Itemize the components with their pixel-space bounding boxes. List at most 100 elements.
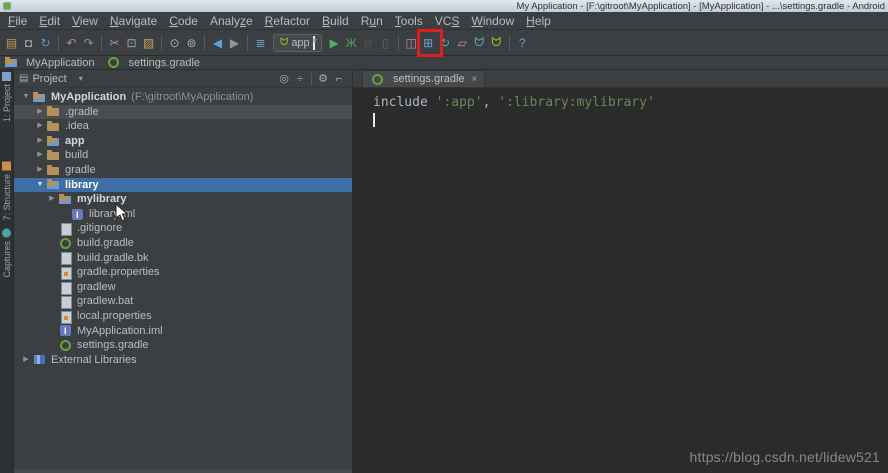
tree-expand-arrow[interactable]: ▶: [34, 134, 46, 149]
properties-file-icon: [58, 310, 74, 324]
tree-row[interactable]: settings.gradle: [14, 338, 352, 353]
tree-row[interactable]: ▶ mylibrary: [14, 192, 352, 207]
project-folder-icon: [32, 91, 48, 104]
redo-icon[interactable]: ↷: [80, 32, 97, 54]
tree-row[interactable]: gradlew.bat: [14, 294, 352, 310]
menu-help[interactable]: Help: [520, 14, 557, 28]
tree-row[interactable]: local.properties: [14, 309, 352, 324]
breadcrumb-item[interactable]: settings.gradle: [106, 56, 200, 70]
project-panel-title[interactable]: Project: [32, 73, 66, 85]
breadcrumb-item[interactable]: MyApplication: [4, 56, 94, 70]
copy-icon[interactable]: ⊡: [123, 32, 140, 54]
tree-expand-arrow[interactable]: ▶: [34, 148, 46, 163]
tree-row[interactable]: ▶ .idea: [14, 119, 352, 134]
menu-vcs[interactable]: VCS: [429, 14, 466, 28]
attach-debugger-icon[interactable]: ▯: [377, 32, 394, 54]
project-view-icon: ▤: [19, 73, 29, 84]
tool-button-captures[interactable]: Captures: [1, 228, 12, 278]
tree-row[interactable]: ▼ library: [14, 177, 352, 193]
tree-row[interactable]: ▶ External Libraries: [14, 353, 352, 368]
gear-icon[interactable]: ⚙: [315, 72, 331, 85]
menu-edit[interactable]: Edit: [33, 14, 66, 28]
tool-button-project[interactable]: 1: Project: [2, 72, 12, 122]
tree-row[interactable]: ▶ app: [14, 134, 352, 149]
back-icon[interactable]: ◀: [209, 32, 226, 54]
editor-code-area[interactable]: include ':app', ':library:mylibrary': [353, 88, 888, 128]
menu-mnemonic: N: [109, 13, 119, 28]
menu-text: n: [376, 13, 383, 28]
collapse-all-icon[interactable]: ÷: [292, 73, 308, 85]
avd-manager-icon[interactable]: ▱: [454, 32, 471, 54]
menu-file[interactable]: File: [2, 14, 33, 28]
tree-row[interactable]: library.iml: [14, 207, 352, 222]
undo-icon[interactable]: ↶: [63, 32, 80, 54]
tool-button-structure[interactable]: 7: Structure: [2, 162, 12, 221]
menu-refactor[interactable]: Refactor: [259, 14, 316, 28]
tree-item-label: MyApplication: [51, 91, 127, 103]
tree-item-label: .gradle: [65, 105, 99, 118]
menu-code[interactable]: Code: [163, 14, 204, 28]
menu-mnemonic: B: [322, 13, 331, 28]
title-bar: My Application - [F:\gitroot\MyApplicati…: [0, 0, 888, 12]
run-coverage-icon[interactable]: ⊘: [360, 32, 377, 54]
tree-item-label: gradlew.bat: [77, 295, 134, 308]
tree-expand-arrow[interactable]: ▼: [34, 178, 46, 193]
tree-expand-arrow[interactable]: ▶: [20, 353, 32, 368]
tree-item-label: library: [65, 178, 99, 191]
debug-icon[interactable]: Ж: [343, 32, 360, 54]
tree-expand-arrow[interactable]: ▶: [34, 105, 46, 120]
tool-window-label: Captures: [1, 240, 12, 278]
menu-navigate[interactable]: Navigate: [104, 14, 163, 28]
folder-icon: [46, 149, 62, 162]
close-icon[interactable]: ×: [472, 74, 478, 85]
tree-row[interactable]: .gitignore: [14, 221, 352, 237]
menu-build[interactable]: Build: [316, 14, 355, 28]
menu-text: Analy: [209, 13, 240, 28]
android-device-icon[interactable]: ᗢ: [488, 32, 505, 54]
menu-analyze[interactable]: Analyze: [204, 14, 259, 28]
save-all-icon[interactable]: ◘: [20, 32, 37, 54]
paste-icon[interactable]: ▨: [140, 32, 157, 54]
tree-row[interactable]: build.gradle.bk: [14, 251, 352, 266]
tree-row[interactable]: ▶ build: [14, 148, 352, 163]
tool-window-label: 7: Structure: [1, 174, 12, 221]
tree-row[interactable]: MyApplication.iml: [14, 324, 352, 339]
run-icon[interactable]: ▶: [326, 32, 343, 54]
menu-window[interactable]: Window: [465, 14, 520, 28]
tree-expand-arrow[interactable]: ▶: [46, 192, 58, 207]
find-icon[interactable]: ⊙: [166, 32, 183, 54]
horizontal-scrollbar[interactable]: [14, 469, 352, 473]
menu-text: e: [245, 13, 253, 28]
tree-expand-arrow[interactable]: ▼: [20, 90, 32, 105]
red-highlight-annotation: [417, 29, 443, 57]
menu-run[interactable]: Run: [355, 14, 389, 28]
tree-row[interactable]: ▼ MyApplication (F:\gitroot\MyApplicatio…: [14, 90, 352, 105]
folder-icon: [46, 164, 62, 177]
tree-expand-arrow[interactable]: ▶: [34, 163, 46, 178]
help-icon[interactable]: ?: [514, 32, 531, 54]
menu-tools[interactable]: Tools: [389, 14, 429, 28]
replace-icon[interactable]: ⊚: [183, 32, 200, 54]
menu-view[interactable]: View: [66, 14, 104, 28]
synchronize-icon[interactable]: ↻: [37, 32, 54, 54]
tree-row[interactable]: gradle.properties: [14, 265, 352, 280]
tree-row[interactable]: build.gradle: [14, 236, 352, 251]
open-file-icon[interactable]: ▤: [3, 32, 20, 54]
tree-item-label: .gitignore: [77, 222, 123, 235]
sdk-manager-icon[interactable]: ᗢ: [471, 32, 488, 54]
cut-icon[interactable]: ✂: [106, 32, 123, 54]
run-configuration-select[interactable]: ᗢ app ▾: [273, 33, 322, 52]
chevron-down-icon[interactable]: ▾: [79, 74, 83, 83]
forward-icon[interactable]: ▶: [226, 32, 243, 54]
tree-row[interactable]: ▶ .gradle: [14, 104, 352, 120]
editor-tab-settings-gradle[interactable]: settings.gradle ×: [362, 70, 486, 87]
tree-item-label: local.properties: [77, 309, 152, 322]
locate-icon[interactable]: ◎: [276, 72, 292, 85]
make-project-icon[interactable]: ≣: [252, 32, 269, 54]
project-panel-header: ▤ Project ▾ ◎ ÷ ⚙ ⌐: [14, 70, 352, 88]
tree-expand-arrow[interactable]: ▶: [34, 119, 46, 134]
tree-row[interactable]: ▶ gradle: [14, 163, 352, 178]
hide-panel-icon[interactable]: ⌐: [331, 73, 347, 85]
tree-row[interactable]: gradlew: [14, 280, 352, 295]
iml-file-icon: [70, 208, 86, 222]
